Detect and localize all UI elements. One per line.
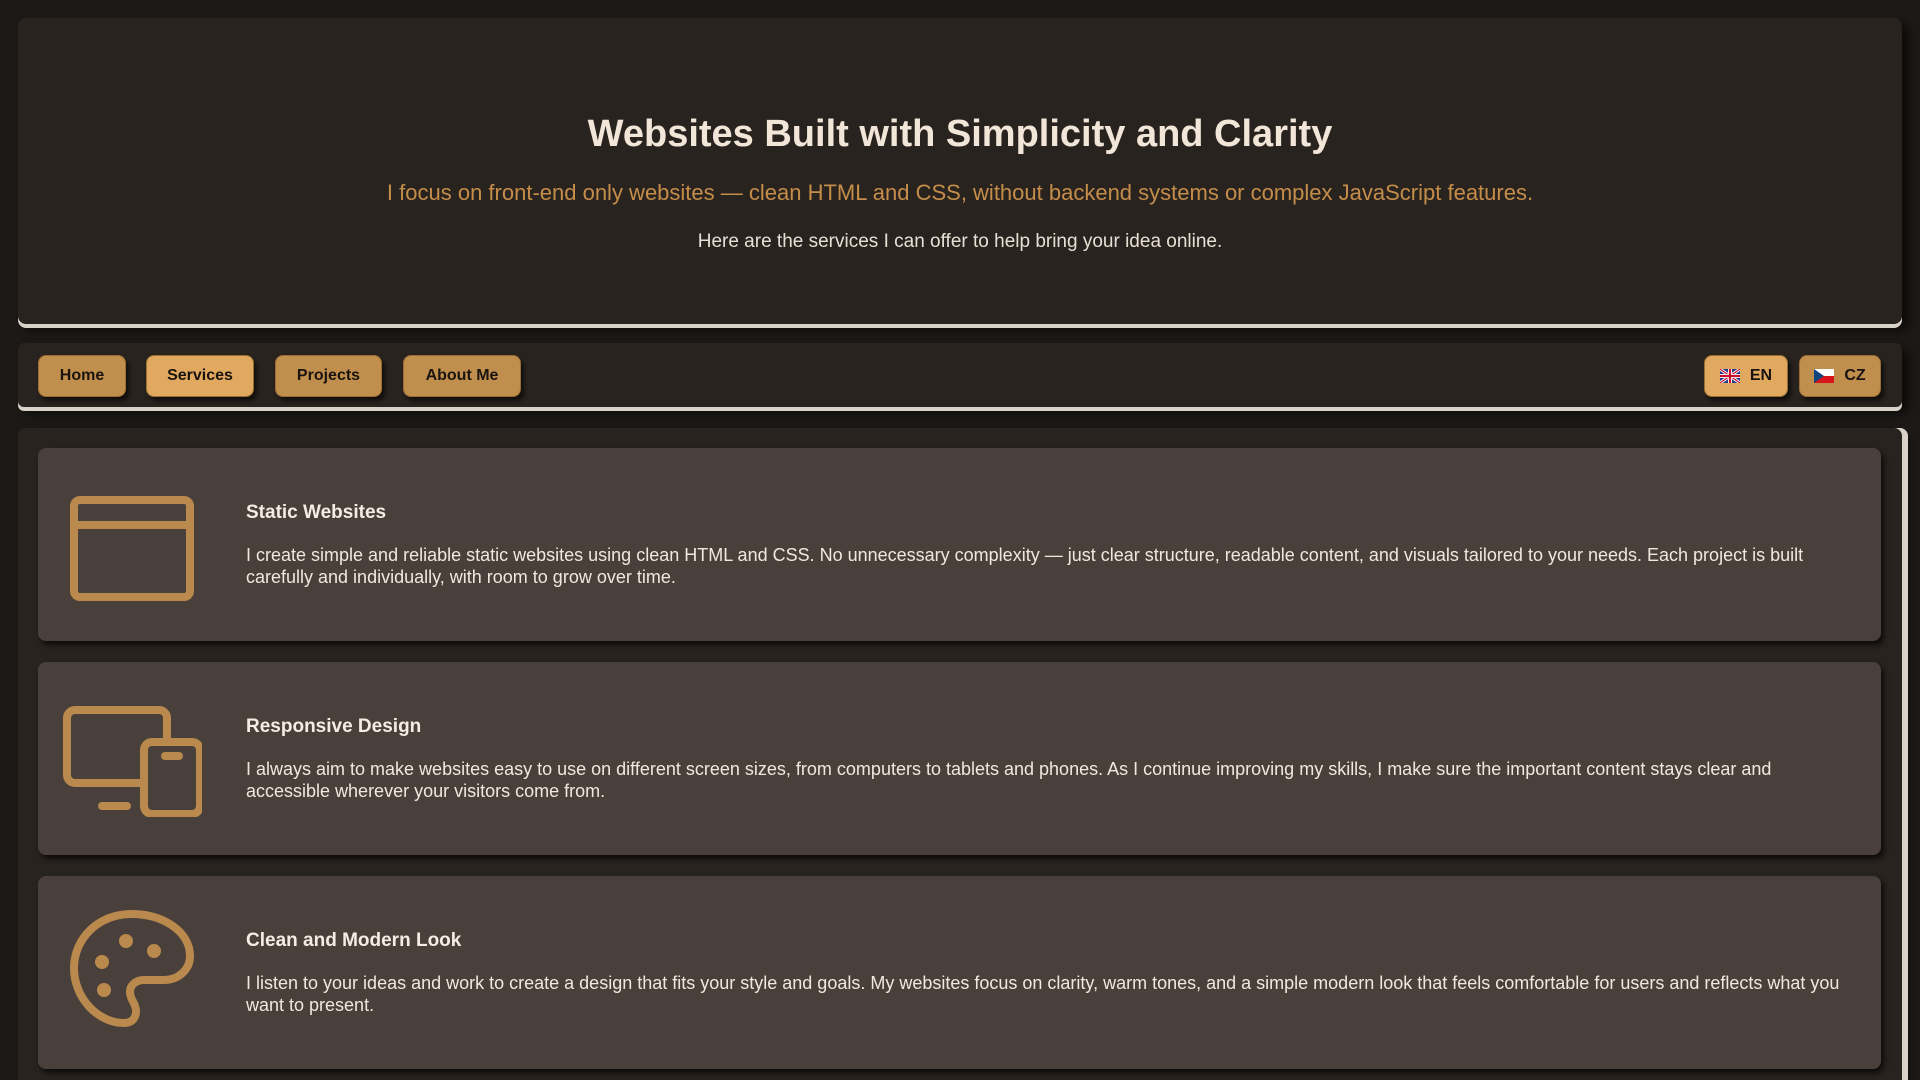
palette-icon [70, 910, 194, 1027]
page-title: Websites Built with Simplicity and Clari… [587, 113, 1333, 155]
language-cz-label: CZ [1844, 367, 1866, 384]
service-description: I always aim to make websites easy to us… [246, 759, 1772, 801]
service-card-static-websites: Static Websites I create simple and reli… [38, 448, 1881, 641]
service-title: Static Websites [246, 502, 387, 523]
main-navigation: Home Services Projects About Me EN CZ [18, 343, 1902, 407]
language-en-button[interactable]: EN [1704, 355, 1788, 397]
services-section: Static Websites I create simple and reli… [18, 428, 1902, 1080]
uk-flag-icon [1719, 369, 1740, 383]
devices-icon [63, 706, 202, 817]
services-intro: Here are the services I can offer to hel… [697, 231, 1223, 252]
page-subtitle: I focus on front-end only websites — cle… [386, 180, 1534, 205]
nav-services-button[interactable]: Services [146, 355, 254, 397]
service-title: Clean and Modern Look [246, 930, 462, 951]
nav-home-button[interactable]: Home [38, 355, 126, 397]
language-cz-button[interactable]: CZ [1799, 355, 1881, 397]
czech-flag-icon [1814, 369, 1835, 383]
service-description: I create simple and reliable static webs… [246, 545, 1804, 587]
hero-header: Websites Built with Simplicity and Clari… [18, 18, 1902, 324]
browser-window-icon [70, 496, 194, 601]
language-en-label: EN [1749, 367, 1773, 384]
nav-projects-button[interactable]: Projects [275, 355, 382, 397]
service-card-responsive-design: Responsive Design I always aim to make w… [38, 662, 1881, 855]
nav-about-button[interactable]: About Me [403, 355, 521, 397]
service-title: Responsive Design [246, 716, 422, 737]
service-card-clean-modern-look: Clean and Modern Look I listen to your i… [38, 876, 1881, 1069]
service-description: I listen to your ideas and work to creat… [246, 973, 1840, 1015]
